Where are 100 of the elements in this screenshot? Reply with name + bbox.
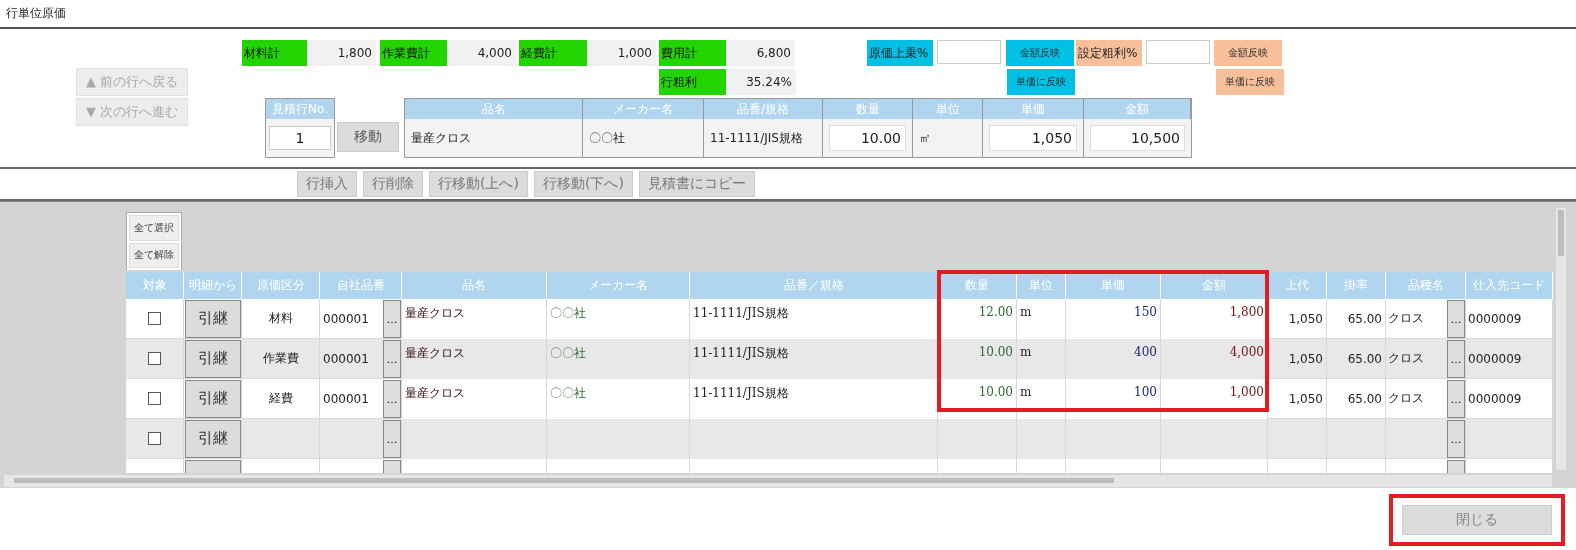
column-header: 原価区分 — [242, 272, 320, 299]
column-header: 掛率 — [1327, 272, 1386, 299]
column-header: 品名 — [405, 99, 583, 119]
amount-input[interactable]: 10,500 — [1090, 125, 1185, 151]
table-cell: 1,800 — [1229, 305, 1264, 319]
table-cell: 11-1111/JIS規格 — [693, 345, 789, 362]
table-cell: 65.00 — [1347, 391, 1382, 406]
column-header: 品名 — [402, 272, 547, 299]
carry-over-button[interactable]: 引継 — [184, 379, 241, 418]
column-header: 自社品番 — [320, 272, 402, 299]
total-value: 4,000 — [447, 40, 516, 66]
quantity-input[interactable]: 10.00 — [829, 125, 906, 151]
row-checkbox[interactable] — [148, 352, 161, 365]
column-header: 金額 — [1084, 99, 1191, 119]
row-checkbox[interactable] — [148, 432, 161, 445]
markup-unit-button[interactable]: 単価に反映 — [1007, 69, 1075, 95]
code-lookup-button[interactable]: … — [383, 300, 401, 338]
column-header: メーカー名 — [583, 99, 704, 119]
code-lookup-button[interactable]: … — [383, 420, 401, 458]
window-title: 行単位原価 — [6, 5, 66, 22]
table-cell: 量産クロス — [405, 385, 465, 402]
table-cell: 材料 — [268, 310, 293, 327]
table-cell: m — [1020, 345, 1032, 359]
table-cell: 1,050 — [1288, 351, 1323, 366]
table-cell: 100 — [1134, 385, 1157, 399]
unit-price-input[interactable]: 1,050 — [989, 125, 1077, 151]
deselect-all-button[interactable]: 全て解除 — [129, 242, 179, 268]
table-cell: 11-1111/JIS規格 — [704, 119, 823, 157]
table-cell: m — [1020, 385, 1032, 399]
target-margin-unit-button[interactable]: 単価に反映 — [1216, 69, 1284, 95]
vertical-scrollbar[interactable] — [1556, 208, 1566, 470]
table-cell-text: 0000009 — [1467, 311, 1522, 326]
column-header: 品番／規格 — [690, 272, 938, 299]
table-cell-text: 0000009 — [1467, 391, 1522, 406]
kind-lookup-button[interactable]: … — [1447, 340, 1465, 378]
kind-lookup-button[interactable]: … — [1447, 380, 1465, 418]
target-margin-label: 設定粗利% — [1076, 40, 1142, 66]
total-label: 作業費計 — [380, 40, 447, 66]
target-margin-input[interactable] — [1146, 40, 1210, 64]
total-label: 材料計 — [242, 40, 307, 66]
column-header: 仕入先コード — [1466, 272, 1553, 299]
table-cell: 11-1111/JIS規格 — [693, 385, 789, 402]
table-cell: 150 — [1134, 305, 1157, 319]
column-header: 単位 — [1017, 272, 1066, 299]
markup-input[interactable] — [937, 40, 1001, 64]
table-cell: 量産クロス — [405, 119, 583, 157]
markup-label: 原価上乗% — [867, 40, 933, 66]
column-header: 品番/規格 — [704, 99, 823, 119]
target-margin-amount-button[interactable]: 金額反映 — [1214, 40, 1282, 66]
table-cell-text: 0000009 — [1467, 351, 1522, 366]
gross-margin-label: 行粗利 — [659, 69, 726, 95]
carry-over-button[interactable]: 引継 — [184, 419, 241, 458]
total-value: 1,000 — [587, 40, 656, 66]
total-label: 費用計 — [659, 40, 726, 66]
row-checkbox[interactable] — [148, 312, 161, 325]
table-cell: 量産クロス — [405, 305, 465, 322]
move-button[interactable]: 移動 — [337, 122, 399, 152]
table-cell: 〇〇社 — [550, 385, 586, 402]
total-value: 1,800 — [307, 40, 376, 66]
table-cell-text: 000001 — [322, 311, 369, 326]
table-cell: 1,000 — [1229, 385, 1264, 399]
column-header: 単位 — [913, 99, 983, 119]
table-cell: 12.00 — [978, 305, 1013, 319]
gross-margin-value: 35.24% — [726, 69, 796, 95]
table-cell: 〇〇社 — [583, 119, 704, 157]
table-cell: 10.00 — [978, 345, 1013, 359]
column-header: 上代 — [1268, 272, 1327, 299]
column-header: 単価 — [983, 99, 1084, 119]
table-cell: 作業費 — [262, 350, 299, 367]
column-header: 数量 — [823, 99, 913, 119]
column-header: 対象 — [126, 272, 184, 299]
table-cell: 〇〇社 — [550, 345, 586, 362]
row-number-label: 見積行No. — [266, 99, 334, 119]
row-checkbox[interactable] — [148, 392, 161, 405]
table-cell: 65.00 — [1347, 311, 1382, 326]
total-value: 6,800 — [726, 40, 795, 66]
table-cell: 経費 — [268, 390, 293, 407]
horizontal-scrollbar[interactable] — [4, 475, 1552, 487]
carry-over-button[interactable]: 引継 — [184, 339, 241, 378]
table-cell: 4,000 — [1229, 345, 1264, 359]
row-number-input[interactable]: 1 — [269, 126, 331, 150]
kind-lookup-button[interactable]: … — [1447, 300, 1465, 338]
table-cell: 量産クロス — [405, 345, 465, 362]
table-cell: 1,050 — [1288, 391, 1323, 406]
code-lookup-button[interactable]: … — [383, 340, 401, 378]
table-cell: 10.00 — [978, 385, 1013, 399]
markup-amount-button[interactable]: 金額反映 — [1006, 40, 1074, 66]
column-header: 単価 — [1066, 272, 1161, 299]
table-cell: ㎡ — [913, 119, 983, 157]
column-header: 明細から — [184, 272, 242, 299]
carry-over-button[interactable]: 引継 — [184, 299, 241, 338]
total-label: 経費計 — [519, 40, 587, 66]
kind-lookup-button[interactable]: … — [1447, 420, 1465, 458]
select-all-button[interactable]: 全て選択 — [129, 215, 179, 241]
table-cell-text: クロス — [1387, 310, 1424, 327]
table-cell-text: クロス — [1387, 390, 1424, 407]
column-header: 品種名 — [1386, 272, 1466, 299]
table-cell-text: 000001 — [322, 391, 369, 406]
code-lookup-button[interactable]: … — [383, 380, 401, 418]
table-cell: m — [1020, 305, 1032, 319]
